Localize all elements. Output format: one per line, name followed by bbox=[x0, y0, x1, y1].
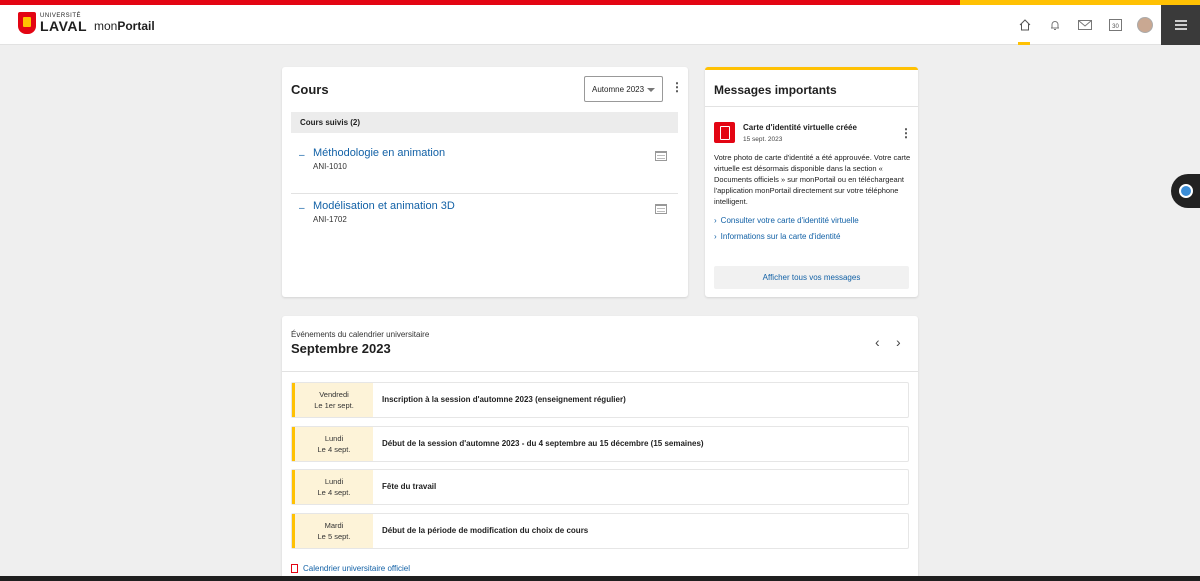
event-weekday: Lundi bbox=[324, 434, 344, 443]
chat-assistant-button[interactable] bbox=[1171, 174, 1200, 208]
chevron-left-icon[interactable]: ‹ bbox=[875, 334, 880, 350]
profile-button[interactable] bbox=[1130, 5, 1160, 45]
collapse-dash-icon[interactable]: – bbox=[299, 203, 305, 214]
chevron-right-icon: › bbox=[714, 216, 717, 225]
calendar-icon[interactable] bbox=[655, 204, 667, 214]
notifications-button[interactable] bbox=[1040, 5, 1070, 45]
id-card-icon bbox=[714, 122, 735, 143]
chevron-down-icon bbox=[647, 88, 655, 92]
messages-card: Messages importants Carte d'identité vir… bbox=[705, 67, 918, 297]
messages-title: Messages importants bbox=[714, 83, 837, 97]
laval-logo[interactable]: UNIVERSITÉ LAVAL bbox=[18, 12, 87, 34]
calendar-event[interactable]: Lundi Le 4 sept. Fête du travail bbox=[291, 469, 909, 505]
calendar-subtitle: Événements du calendrier universitaire bbox=[291, 330, 430, 339]
collapse-dash-icon[interactable]: – bbox=[299, 150, 305, 161]
calendar-day-text: 30 bbox=[1112, 24, 1119, 30]
chevron-right-icon: › bbox=[714, 232, 717, 241]
message-link-label: Informations sur la carte d'identité bbox=[720, 232, 841, 241]
calendar-button[interactable]: 30 bbox=[1100, 5, 1130, 45]
message-date: 15 sept. 2023 bbox=[743, 136, 783, 143]
message-title[interactable]: Carte d'identité virtuelle créée bbox=[743, 123, 857, 132]
event-day: Le 5 sept. bbox=[317, 532, 351, 541]
calendar-event[interactable]: Lundi Le 4 sept. Début de la session d'au… bbox=[291, 426, 909, 462]
calendar-card: Événements du calendrier universitaire S… bbox=[282, 316, 918, 581]
courses-followed-header: Cours suivis (2) bbox=[291, 112, 678, 133]
calendar-month: Septembre 2023 bbox=[291, 341, 391, 356]
event-label: Fête du travail bbox=[382, 482, 437, 491]
event-weekday: Mardi bbox=[324, 521, 344, 530]
message-body: Votre photo de carte d'identité a été ap… bbox=[714, 153, 911, 206]
message-link-label: Consulter votre carte d'identité virtuel… bbox=[720, 216, 859, 225]
top-header: UNIVERSITÉ LAVAL monPortail 30 bbox=[0, 5, 1200, 45]
messages-button[interactable] bbox=[1070, 5, 1100, 45]
courses-card: Cours Automne 2023 ⋮ Cours suivis (2) – … bbox=[282, 67, 688, 297]
app-name-suffix: Portail bbox=[117, 19, 155, 33]
calendar-icon: 30 bbox=[1108, 19, 1122, 31]
message-link-info[interactable]: › Informations sur la carte d'identité bbox=[714, 232, 840, 241]
event-date: Mardi Le 5 sept. bbox=[292, 514, 373, 548]
course-title-link[interactable]: Modélisation et animation 3D bbox=[313, 200, 455, 212]
chat-icon bbox=[1178, 184, 1193, 198]
event-day: Le 1er sept. bbox=[314, 401, 354, 410]
course-code: ANI-1702 bbox=[313, 215, 347, 224]
event-day: Le 4 sept. bbox=[317, 445, 351, 454]
session-select-value: Automne 2023 bbox=[592, 84, 645, 94]
event-label: Début de la session d'automne 2023 - du … bbox=[382, 439, 704, 448]
calendar-event[interactable]: Vendredi Le 1er sept. Inscription à la se… bbox=[291, 382, 909, 418]
calendar-event[interactable]: Mardi Le 5 sept. Début de la période de m… bbox=[291, 513, 909, 549]
show-all-messages-button[interactable]: Afficher tous vos messages bbox=[714, 266, 909, 289]
event-weekday: Lundi bbox=[324, 477, 344, 486]
courses-title: Cours bbox=[291, 82, 329, 97]
divider bbox=[705, 106, 918, 107]
courses-more-icon[interactable]: ⋮ bbox=[671, 81, 683, 93]
chevron-right-icon[interactable]: › bbox=[896, 334, 901, 350]
app-name-prefix: mon bbox=[94, 19, 118, 33]
home-icon bbox=[1019, 19, 1031, 31]
bottom-bar bbox=[0, 576, 1200, 581]
course-item[interactable]: – Modélisation et animation 3D ANI-1702 bbox=[291, 199, 678, 247]
event-date: Vendredi Le 1er sept. bbox=[292, 383, 373, 417]
avatar bbox=[1137, 17, 1153, 33]
event-weekday: Vendredi bbox=[319, 390, 349, 399]
official-calendar-link[interactable]: Calendrier universitaire officiel bbox=[291, 564, 410, 573]
event-date: Lundi Le 4 sept. bbox=[292, 470, 373, 504]
event-day: Le 4 sept. bbox=[317, 488, 351, 497]
message-more-icon[interactable]: ⋮ bbox=[900, 127, 912, 139]
shield-icon bbox=[18, 12, 36, 34]
bell-icon bbox=[1051, 21, 1059, 30]
logo-big-text: LAVAL bbox=[40, 18, 88, 34]
divider bbox=[282, 371, 918, 372]
calendar-icon[interactable] bbox=[655, 151, 667, 161]
home-button[interactable] bbox=[1010, 5, 1040, 45]
event-label: Inscription à la session d'automne 2023 … bbox=[382, 395, 626, 404]
event-label: Début de la période de modification du c… bbox=[382, 526, 589, 535]
message-link-card[interactable]: › Consulter votre carte d'identité virtue… bbox=[714, 216, 859, 225]
event-date: Lundi Le 4 sept. bbox=[292, 427, 373, 461]
app-name[interactable]: monPortail bbox=[94, 19, 155, 33]
main-menu-button[interactable] bbox=[1161, 5, 1200, 45]
mail-icon bbox=[1078, 20, 1092, 30]
course-title-link[interactable]: Méthodologie en animation bbox=[313, 147, 445, 159]
course-code: ANI-1010 bbox=[313, 162, 347, 171]
session-select[interactable]: Automne 2023 bbox=[584, 76, 663, 102]
course-item[interactable]: – Méthodologie en animation ANI-1010 bbox=[291, 146, 678, 194]
pdf-icon bbox=[291, 564, 298, 573]
menu-icon bbox=[1174, 20, 1187, 30]
official-calendar-link-label: Calendrier universitaire officiel bbox=[303, 564, 411, 573]
